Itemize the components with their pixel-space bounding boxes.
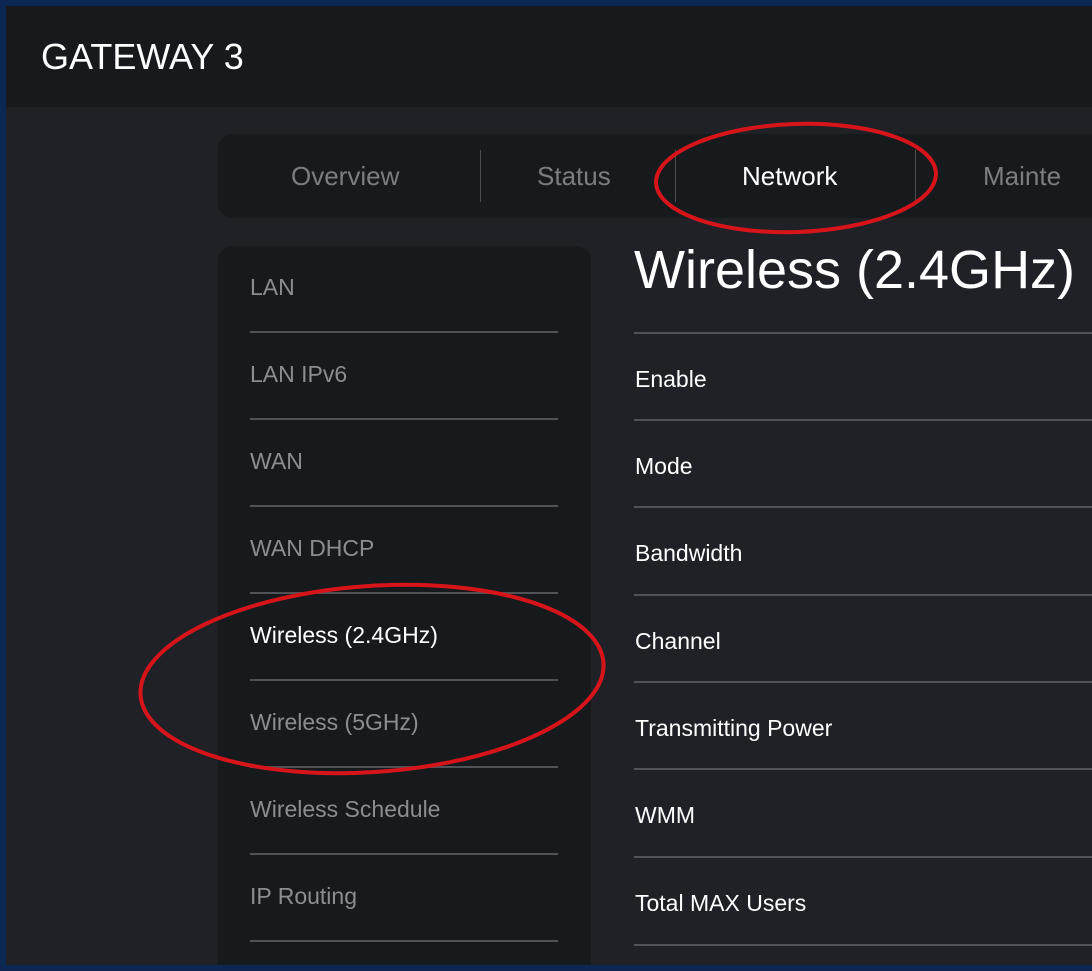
setting-label-total-max-users: Total MAX Users xyxy=(635,890,807,916)
page-title: Wireless (2.4GHz) xyxy=(634,240,1076,300)
divider xyxy=(634,856,1092,858)
sidebar-item-label: LAN xyxy=(250,274,295,300)
sidebar-item-label: Wireless Schedule xyxy=(250,796,441,822)
setting-label-enable: Enable xyxy=(635,366,707,392)
setting-label-bandwidth: Bandwidth xyxy=(635,540,743,566)
tab-divider xyxy=(675,150,676,202)
divider xyxy=(634,332,1092,334)
sidebar-item-wireless-schedule[interactable]: Wireless Schedule xyxy=(250,768,558,855)
sidebar-item-lan[interactable]: LAN xyxy=(250,246,558,333)
divider xyxy=(634,419,1092,421)
sidebar-item-wireless-24ghz[interactable]: Wireless (2.4GHz) xyxy=(250,594,558,681)
sidebar-item-wan-dhcp[interactable]: WAN DHCP xyxy=(250,507,558,594)
sidebar-item-label: WAN xyxy=(250,448,303,474)
tab-overview[interactable]: Overview xyxy=(291,134,399,218)
divider xyxy=(634,944,1092,946)
sidebar-item-ip-routing[interactable]: IP Routing xyxy=(250,855,558,942)
sidebar-item-lan-ipv6[interactable]: LAN IPv6 xyxy=(250,333,558,420)
tab-status[interactable]: Status xyxy=(537,134,611,218)
tab-maintenance[interactable]: Mainte xyxy=(983,134,1061,218)
setting-label-mode: Mode xyxy=(635,453,693,479)
tab-divider xyxy=(915,150,916,202)
divider xyxy=(634,594,1092,596)
divider xyxy=(634,681,1092,683)
setting-label-wmm: WMM xyxy=(635,802,696,828)
setting-label-channel: Channel xyxy=(635,628,721,654)
sidebar-item-label: Wireless (5GHz) xyxy=(250,709,419,735)
tab-divider xyxy=(480,150,481,202)
sidebar-item-label: LAN IPv6 xyxy=(250,361,348,387)
sidebar-item-wan[interactable]: WAN xyxy=(250,420,558,507)
tab-network[interactable]: Network xyxy=(742,134,837,218)
tab-bar: Overview Status Network Mainte xyxy=(218,134,1092,218)
sidebar-item-label: IP Routing xyxy=(250,883,357,909)
divider xyxy=(634,768,1092,770)
divider xyxy=(634,506,1092,508)
sidebar-item-label: Wireless (2.4GHz) xyxy=(250,622,438,648)
setting-label-transmitting-power: Transmitting Power xyxy=(635,715,833,741)
app-window: GATEWAY 3 Overview Status Network Mainte… xyxy=(0,0,1092,971)
sidebar-item-wireless-5ghz[interactable]: Wireless (5GHz) xyxy=(250,681,558,768)
sidebar-item-label: WAN DHCP xyxy=(250,535,375,561)
top-bar: GATEWAY 3 xyxy=(6,6,1092,107)
sidebar-menu: LAN LAN IPv6 WAN WAN DHCP Wireless (2.4G… xyxy=(218,246,591,965)
brand-title: GATEWAY 3 xyxy=(41,36,244,77)
